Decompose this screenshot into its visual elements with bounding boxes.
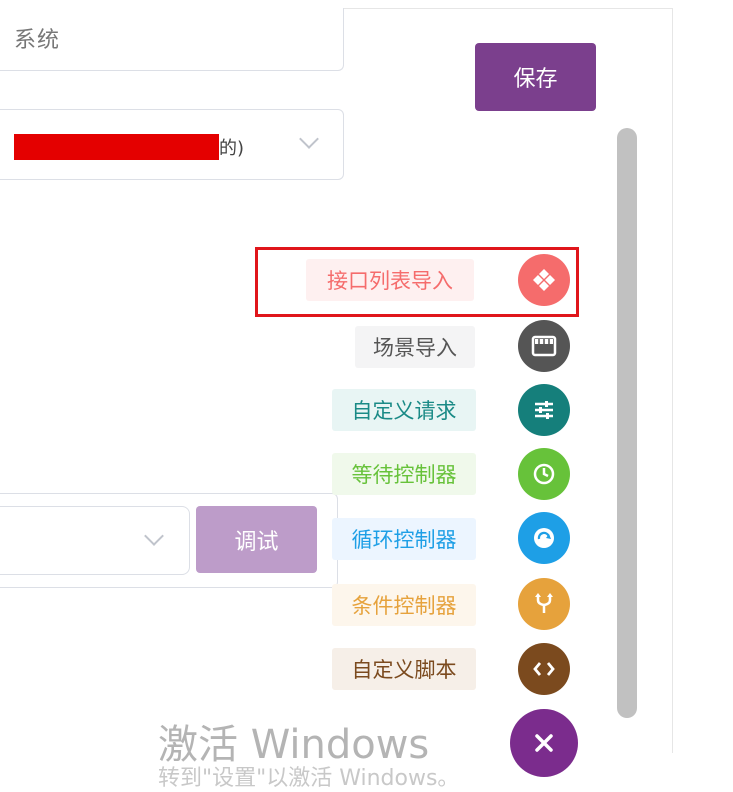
project-select-suffix: 的) bbox=[219, 138, 245, 159]
windows-activation-subtext: 转到"设置"以激活 Windows。 bbox=[158, 766, 460, 791]
chevron-down-icon bbox=[144, 526, 164, 546]
close-icon[interactable] bbox=[510, 709, 578, 777]
loop-icon[interactable] bbox=[518, 512, 570, 564]
film-icon[interactable] bbox=[518, 320, 570, 372]
vertical-scrollbar[interactable] bbox=[617, 128, 637, 718]
save-button[interactable]: 保存 bbox=[475, 43, 596, 111]
highlight-box bbox=[255, 247, 579, 317]
scenario-name-field[interactable]: 系统 bbox=[0, 8, 344, 71]
debug-button[interactable]: 调试 bbox=[196, 506, 317, 573]
scenario-name-value: 系统 bbox=[14, 28, 61, 53]
menu-label-loop-controller[interactable]: 循环控制器 bbox=[332, 518, 476, 560]
menu-label-custom-request[interactable]: 自定义请求 bbox=[332, 389, 476, 431]
clock-icon[interactable] bbox=[518, 448, 570, 500]
menu-label-scene-import[interactable]: 场景导入 bbox=[355, 326, 475, 368]
environment-select[interactable] bbox=[0, 506, 190, 575]
menu-label-wait-controller[interactable]: 等待控制器 bbox=[332, 453, 476, 495]
code-icon[interactable] bbox=[518, 643, 570, 695]
menu-label-custom-script[interactable]: 自定义脚本 bbox=[332, 648, 476, 690]
branch-icon[interactable] bbox=[518, 578, 570, 630]
menu-label-condition-controller[interactable]: 条件控制器 bbox=[332, 584, 476, 626]
chevron-down-icon bbox=[299, 129, 319, 149]
redacted-text bbox=[14, 134, 219, 160]
sliders-icon[interactable] bbox=[518, 384, 570, 436]
